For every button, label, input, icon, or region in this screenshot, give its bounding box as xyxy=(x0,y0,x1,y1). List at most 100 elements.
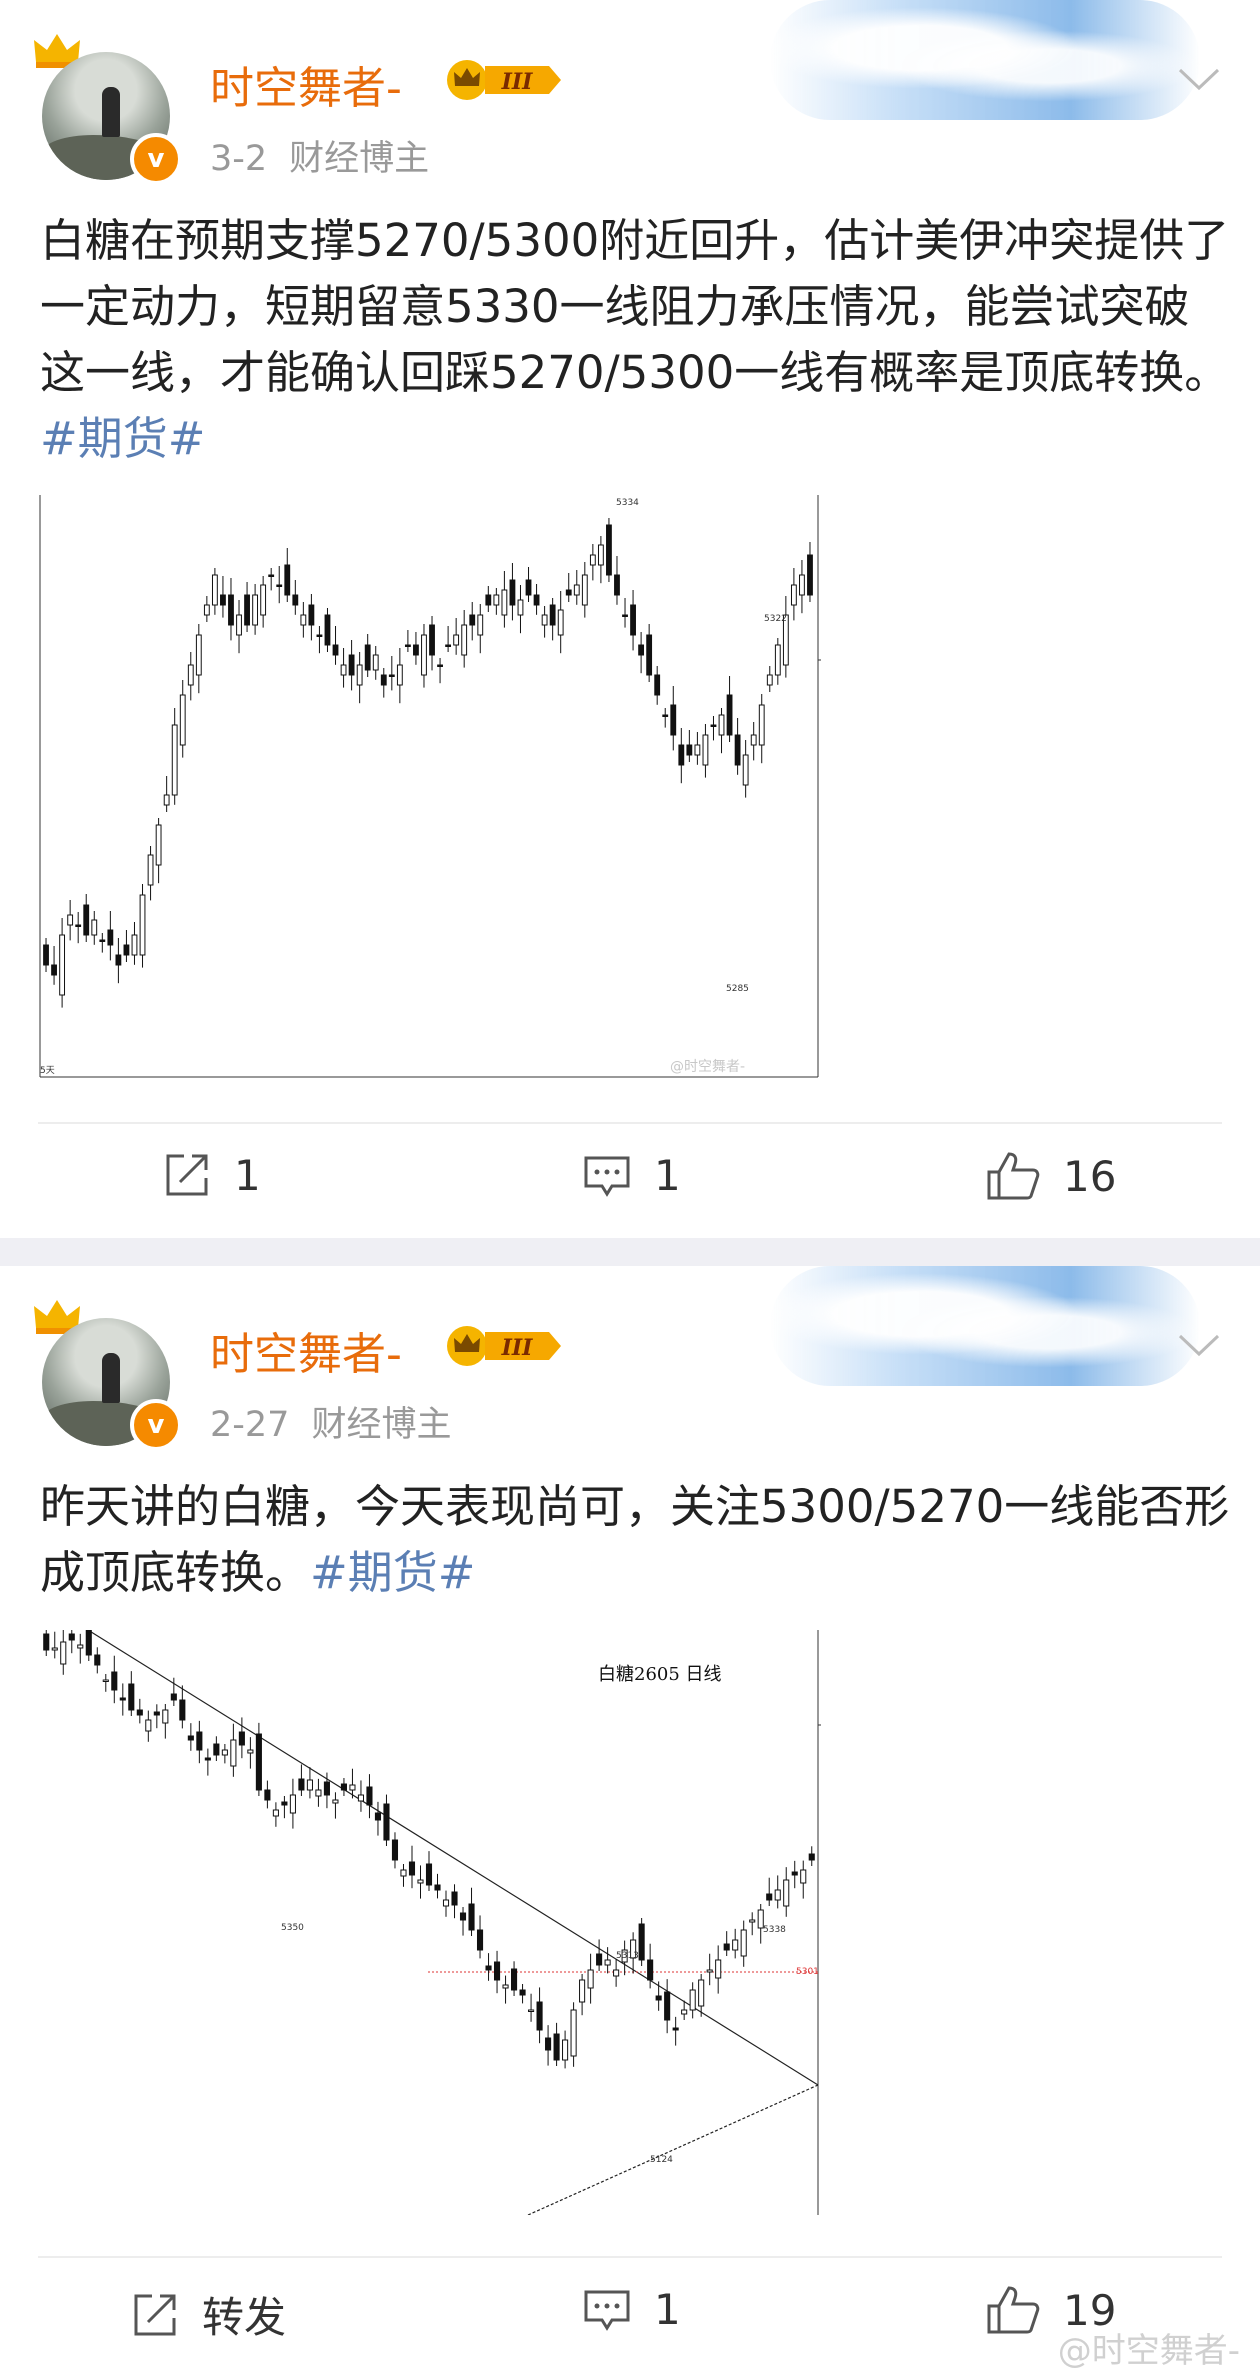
candle-body xyxy=(614,574,620,596)
candle-body xyxy=(102,1679,109,1682)
candle-body xyxy=(292,594,299,606)
chevron-down-icon[interactable] xyxy=(1174,1324,1224,1364)
post-text: 白糖在预期支撑5270/5300附近回升，估计美伊冲突提供了一定动力，短期留意5… xyxy=(40,214,1230,465)
candle-body xyxy=(60,1641,67,1665)
comment-icon xyxy=(584,2290,630,2331)
weibo-post-2: v 时空舞者- III 2-27 财经博主 昨天讲的白糖，今天表现尚可，关注530… xyxy=(0,1266,1260,2378)
candle-body xyxy=(204,1757,211,1761)
candle-body xyxy=(68,1633,75,1641)
avatar[interactable]: v xyxy=(32,1296,182,1451)
candle-body xyxy=(91,919,98,936)
candle-body xyxy=(221,1749,228,1756)
candle-body xyxy=(734,734,741,766)
candle-body xyxy=(372,654,379,671)
candle-body xyxy=(750,734,757,746)
like-count: 16 xyxy=(1063,1151,1117,1201)
candle-body xyxy=(536,2001,543,2031)
candle-body xyxy=(421,634,427,676)
candle-body xyxy=(179,1699,186,1721)
candle-body xyxy=(807,554,813,596)
thumbs-up-icon xyxy=(987,1152,1040,1200)
candle-body xyxy=(220,594,226,606)
candle-body xyxy=(749,1919,756,1923)
candle-body xyxy=(400,1869,407,1877)
repost-icon xyxy=(166,1154,208,1196)
candle-body xyxy=(155,824,162,866)
candle-body xyxy=(541,614,548,626)
comment-button[interactable]: 1 xyxy=(582,1150,681,1200)
candle-body xyxy=(565,589,572,596)
candle-body xyxy=(264,1789,271,1801)
post-source: 财经博主 xyxy=(289,139,430,179)
candle-body xyxy=(43,944,49,966)
candle-body xyxy=(179,694,186,746)
candle-body xyxy=(587,1969,594,1989)
candle-body xyxy=(300,614,307,626)
chart-watermark: @时空舞者- xyxy=(670,1059,745,1075)
candle-body xyxy=(493,594,500,606)
header-cloud-decoration xyxy=(770,1266,1200,1386)
candle-body xyxy=(468,1903,475,1931)
page-watermark: @时空舞者- xyxy=(1057,2331,1240,2371)
chevron-down-icon[interactable] xyxy=(1174,58,1224,98)
candle-body xyxy=(43,1633,50,1651)
hashtag-link[interactable]: #期货# xyxy=(40,412,205,465)
candle-body xyxy=(51,1647,58,1651)
candle-body xyxy=(316,634,323,637)
post-image-chart[interactable]: 白糖2605 日线 5350 5313 5338 5124 5301 xyxy=(38,1619,824,2216)
candle-body xyxy=(638,1923,645,1961)
candle-body xyxy=(170,1693,177,1701)
candle-body xyxy=(774,1889,781,1901)
candle-body xyxy=(742,754,749,786)
post-source: 财经博主 xyxy=(311,1405,452,1445)
chart-label-left: 5天 xyxy=(40,1066,55,1076)
author-name[interactable]: 时空舞者- xyxy=(210,52,402,116)
candle-body xyxy=(332,644,339,656)
candle-body xyxy=(147,854,154,886)
post-text: 昨天讲的白糖，今天表现尚可，关注5300/5270一线能否形成顶底转换。#期货# xyxy=(40,1480,1230,1599)
candle-body xyxy=(364,644,371,671)
svg-text:III: III xyxy=(501,69,534,95)
candle-body xyxy=(272,1809,279,1817)
candle-body xyxy=(356,664,363,686)
chart-label-d: 5124 xyxy=(650,2155,673,2165)
candle-body xyxy=(131,934,138,956)
avatar[interactable]: v xyxy=(32,30,182,185)
candle-body xyxy=(723,1943,730,1951)
candle-body xyxy=(509,579,516,606)
comment-count: 1 xyxy=(654,2284,681,2334)
level-badge-icon: III xyxy=(447,1326,561,1366)
candle-body xyxy=(145,1719,152,1732)
candle-body xyxy=(315,1789,322,1797)
candle-body xyxy=(662,714,669,717)
candle-body xyxy=(417,1879,424,1884)
candle-body xyxy=(252,594,259,626)
candle-body xyxy=(408,1861,416,1876)
chart-label-b: 5313 xyxy=(616,1951,639,1961)
candle-body xyxy=(383,1803,390,1841)
candle-body xyxy=(59,934,66,996)
candle-body xyxy=(686,744,693,756)
candle-body xyxy=(187,1735,194,1741)
candle-body xyxy=(67,914,74,926)
post-image-chart[interactable]: 5334 5322 5285 5天 @时空舞者- xyxy=(38,495,824,1080)
chart-label-last: 5322 xyxy=(764,614,787,624)
repost-button[interactable]: 转发 xyxy=(130,2284,286,2345)
candle-body xyxy=(800,1869,807,1884)
level-badge-icon: III xyxy=(447,60,561,100)
like-button[interactable]: 16 xyxy=(985,1150,1116,1202)
candle-body xyxy=(579,1979,586,2003)
candle-body xyxy=(622,614,628,617)
candle-body xyxy=(111,1671,118,1691)
candle-body xyxy=(230,1739,237,1767)
divider xyxy=(38,2256,1222,2258)
candle-body xyxy=(429,624,435,656)
candle-body xyxy=(459,1912,467,1921)
repost-button[interactable]: 1 xyxy=(162,1150,261,1200)
candle-body xyxy=(655,1995,662,2001)
hashtag-link[interactable]: #期货# xyxy=(310,1546,475,1599)
author-name[interactable]: 时空舞者- xyxy=(210,1318,402,1382)
comment-button[interactable]: 1 xyxy=(582,2284,681,2334)
comment-icon xyxy=(584,1156,630,1197)
candle-body xyxy=(404,644,411,647)
